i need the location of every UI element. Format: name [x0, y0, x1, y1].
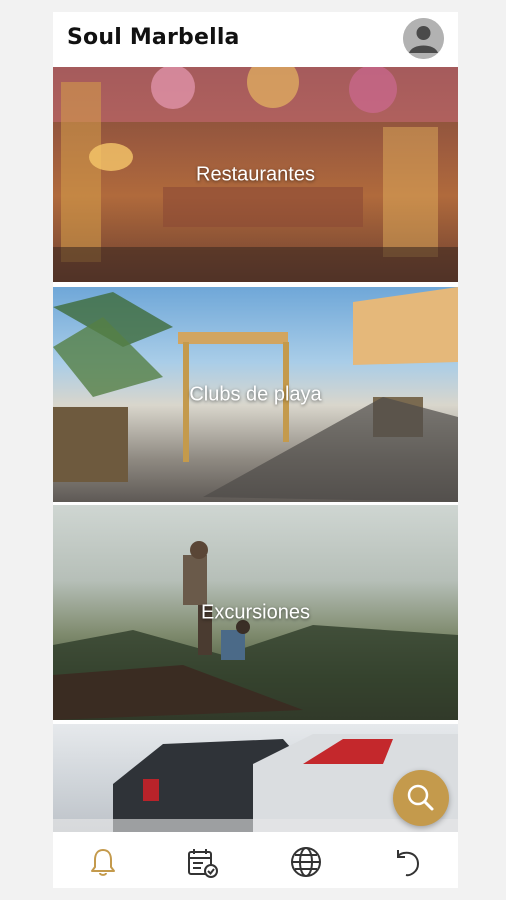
restaurants-label: Restaurantes	[196, 163, 315, 185]
app-title: Soul Marbella	[67, 25, 240, 50]
app-screen: Soul Marbella Restaurantes Clubs de play…	[53, 12, 458, 888]
globe-icon[interactable]	[288, 844, 324, 880]
restaurants-card[interactable]: Restaurantes	[53, 67, 458, 282]
calendar-check-icon[interactable]	[184, 844, 220, 880]
undo-icon[interactable]	[388, 844, 424, 880]
bottom-nav	[53, 832, 458, 888]
app-header: Soul Marbella	[53, 12, 458, 67]
bell-icon[interactable]	[85, 844, 121, 880]
beach-clubs-label: Clubs de playa	[189, 383, 322, 405]
excursions-card[interactable]: Excursiones	[53, 505, 458, 720]
beach-clubs-card[interactable]: Clubs de playa	[53, 287, 458, 502]
user-avatar-icon[interactable]	[403, 18, 444, 59]
excursions-label: Excursiones	[201, 601, 310, 623]
search-button[interactable]	[393, 770, 449, 826]
search-icon	[407, 784, 434, 811]
